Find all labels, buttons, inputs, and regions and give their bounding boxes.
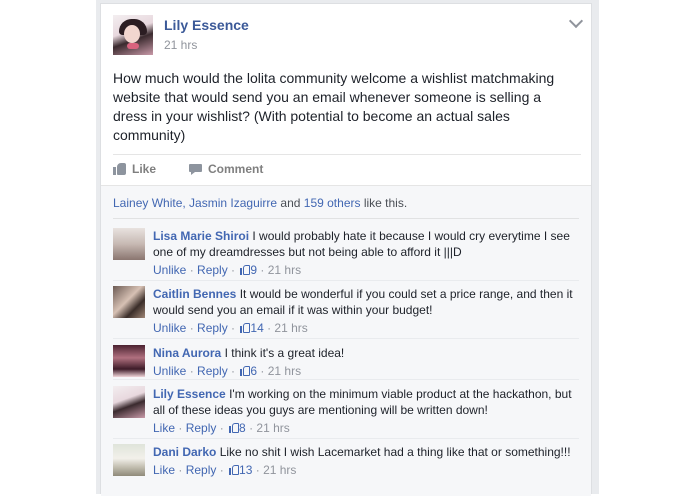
comment-divider: [113, 379, 579, 380]
comment-like-count[interactable]: 13: [239, 463, 252, 477]
others-liked-link[interactable]: 159 others: [304, 196, 361, 210]
comment-timestamp[interactable]: 21 hrs: [274, 321, 307, 335]
avatar-face: [124, 25, 140, 43]
post-timestamp[interactable]: 21 hrs: [164, 38, 197, 52]
comment-meta: Unlike · Reply · 9 · 21 hrs: [153, 263, 302, 277]
comment-reply-link[interactable]: Reply: [186, 463, 217, 477]
likes-suffix-text: like this.: [360, 196, 408, 210]
avatar-bow: [127, 43, 139, 49]
likes-divider: [113, 218, 579, 219]
comment-reply-link[interactable]: Reply: [197, 321, 228, 335]
comment-meta: Unlike · Reply · 14 · 21 hrs: [153, 321, 308, 335]
page-margin-right: [599, 0, 695, 494]
comment-like-toggle[interactable]: Unlike: [153, 263, 186, 277]
commenter-avatar[interactable]: [113, 386, 145, 418]
commenter-name[interactable]: Nina Aurora: [153, 346, 221, 360]
comment-reply-link[interactable]: Reply: [197, 364, 228, 378]
comment-timestamp[interactable]: 21 hrs: [263, 463, 296, 477]
post-card: Lily Essence 21 hrs How much would the l…: [100, 3, 592, 496]
comment-like-toggle[interactable]: Like: [153, 463, 175, 477]
page-margin-left: [0, 0, 96, 494]
commenter-avatar[interactable]: [113, 286, 145, 318]
commenter-name[interactable]: Lisa Marie Shiroi: [153, 229, 249, 243]
likes-and-text: and: [277, 196, 304, 210]
commenter-name[interactable]: Lily Essence: [153, 387, 226, 401]
thumbs-up-icon: [240, 265, 251, 275]
commenter-name[interactable]: Caitlin Bennes: [153, 287, 236, 301]
comment-like-toggle[interactable]: Unlike: [153, 364, 186, 378]
likers-names-link[interactable]: Lainey White, Jasmin Izaguirre: [113, 196, 277, 210]
commenter-avatar[interactable]: [113, 444, 145, 476]
commenter-avatar[interactable]: [113, 345, 145, 377]
comment-like-toggle[interactable]: Unlike: [153, 321, 186, 335]
thumbs-up-icon: [113, 163, 126, 175]
chevron-down-icon[interactable]: [568, 13, 584, 29]
comment-button[interactable]: Comment: [189, 162, 655, 176]
comment-button-label: Comment: [208, 162, 264, 176]
comment-text: I think it's a great idea!: [224, 346, 345, 360]
comment-divider: [113, 338, 579, 339]
comment-like-count[interactable]: 6: [250, 364, 257, 378]
comment-like-count[interactable]: 8: [239, 421, 246, 435]
comment-timestamp[interactable]: 21 hrs: [268, 263, 301, 277]
feed-column: Lily Essence 21 hrs How much would the l…: [96, 0, 599, 496]
comment-icon: [189, 163, 202, 175]
author-avatar[interactable]: [113, 15, 153, 55]
post-author-name[interactable]: Lily Essence: [164, 17, 249, 33]
likes-summary: Lainey White, Jasmin Izaguirre and 159 o…: [113, 196, 407, 210]
comment-like-count[interactable]: 9: [250, 263, 257, 277]
comment-meta: Like · Reply · 13 · 21 hrs: [153, 463, 297, 477]
like-button-label: Like: [132, 162, 157, 176]
like-button[interactable]: Like: [113, 162, 156, 176]
feedback-section: Lainey White, Jasmin Izaguirre and 159 o…: [101, 185, 591, 496]
comment-timestamp[interactable]: 21 hrs: [268, 364, 301, 378]
commenter-name[interactable]: Dani Darko: [153, 445, 216, 459]
comment-reply-link[interactable]: Reply: [197, 263, 228, 277]
comment-timestamp[interactable]: 21 hrs: [256, 421, 289, 435]
comment-meta: Unlike · Reply · 6 · 21 hrs: [153, 364, 302, 378]
comment-divider: [113, 438, 579, 439]
thumbs-up-icon: [229, 465, 240, 475]
commenter-avatar[interactable]: [113, 228, 145, 260]
comment-like-toggle[interactable]: Like: [153, 421, 175, 435]
comment-meta: Like · Reply · 8 · 21 hrs: [153, 421, 290, 435]
comment-like-count[interactable]: 14: [250, 321, 263, 335]
thumbs-up-icon: [229, 423, 240, 433]
comment-divider: [113, 280, 579, 281]
post-text: How much would the lolita community welc…: [113, 70, 555, 143]
comment-reply-link[interactable]: Reply: [186, 421, 217, 435]
actions-divider: [113, 154, 581, 155]
comment-text: Like no shit I wish Lacemarket had a thi…: [219, 445, 571, 459]
thumbs-up-icon: [240, 366, 251, 376]
thumbs-up-icon: [240, 323, 251, 333]
